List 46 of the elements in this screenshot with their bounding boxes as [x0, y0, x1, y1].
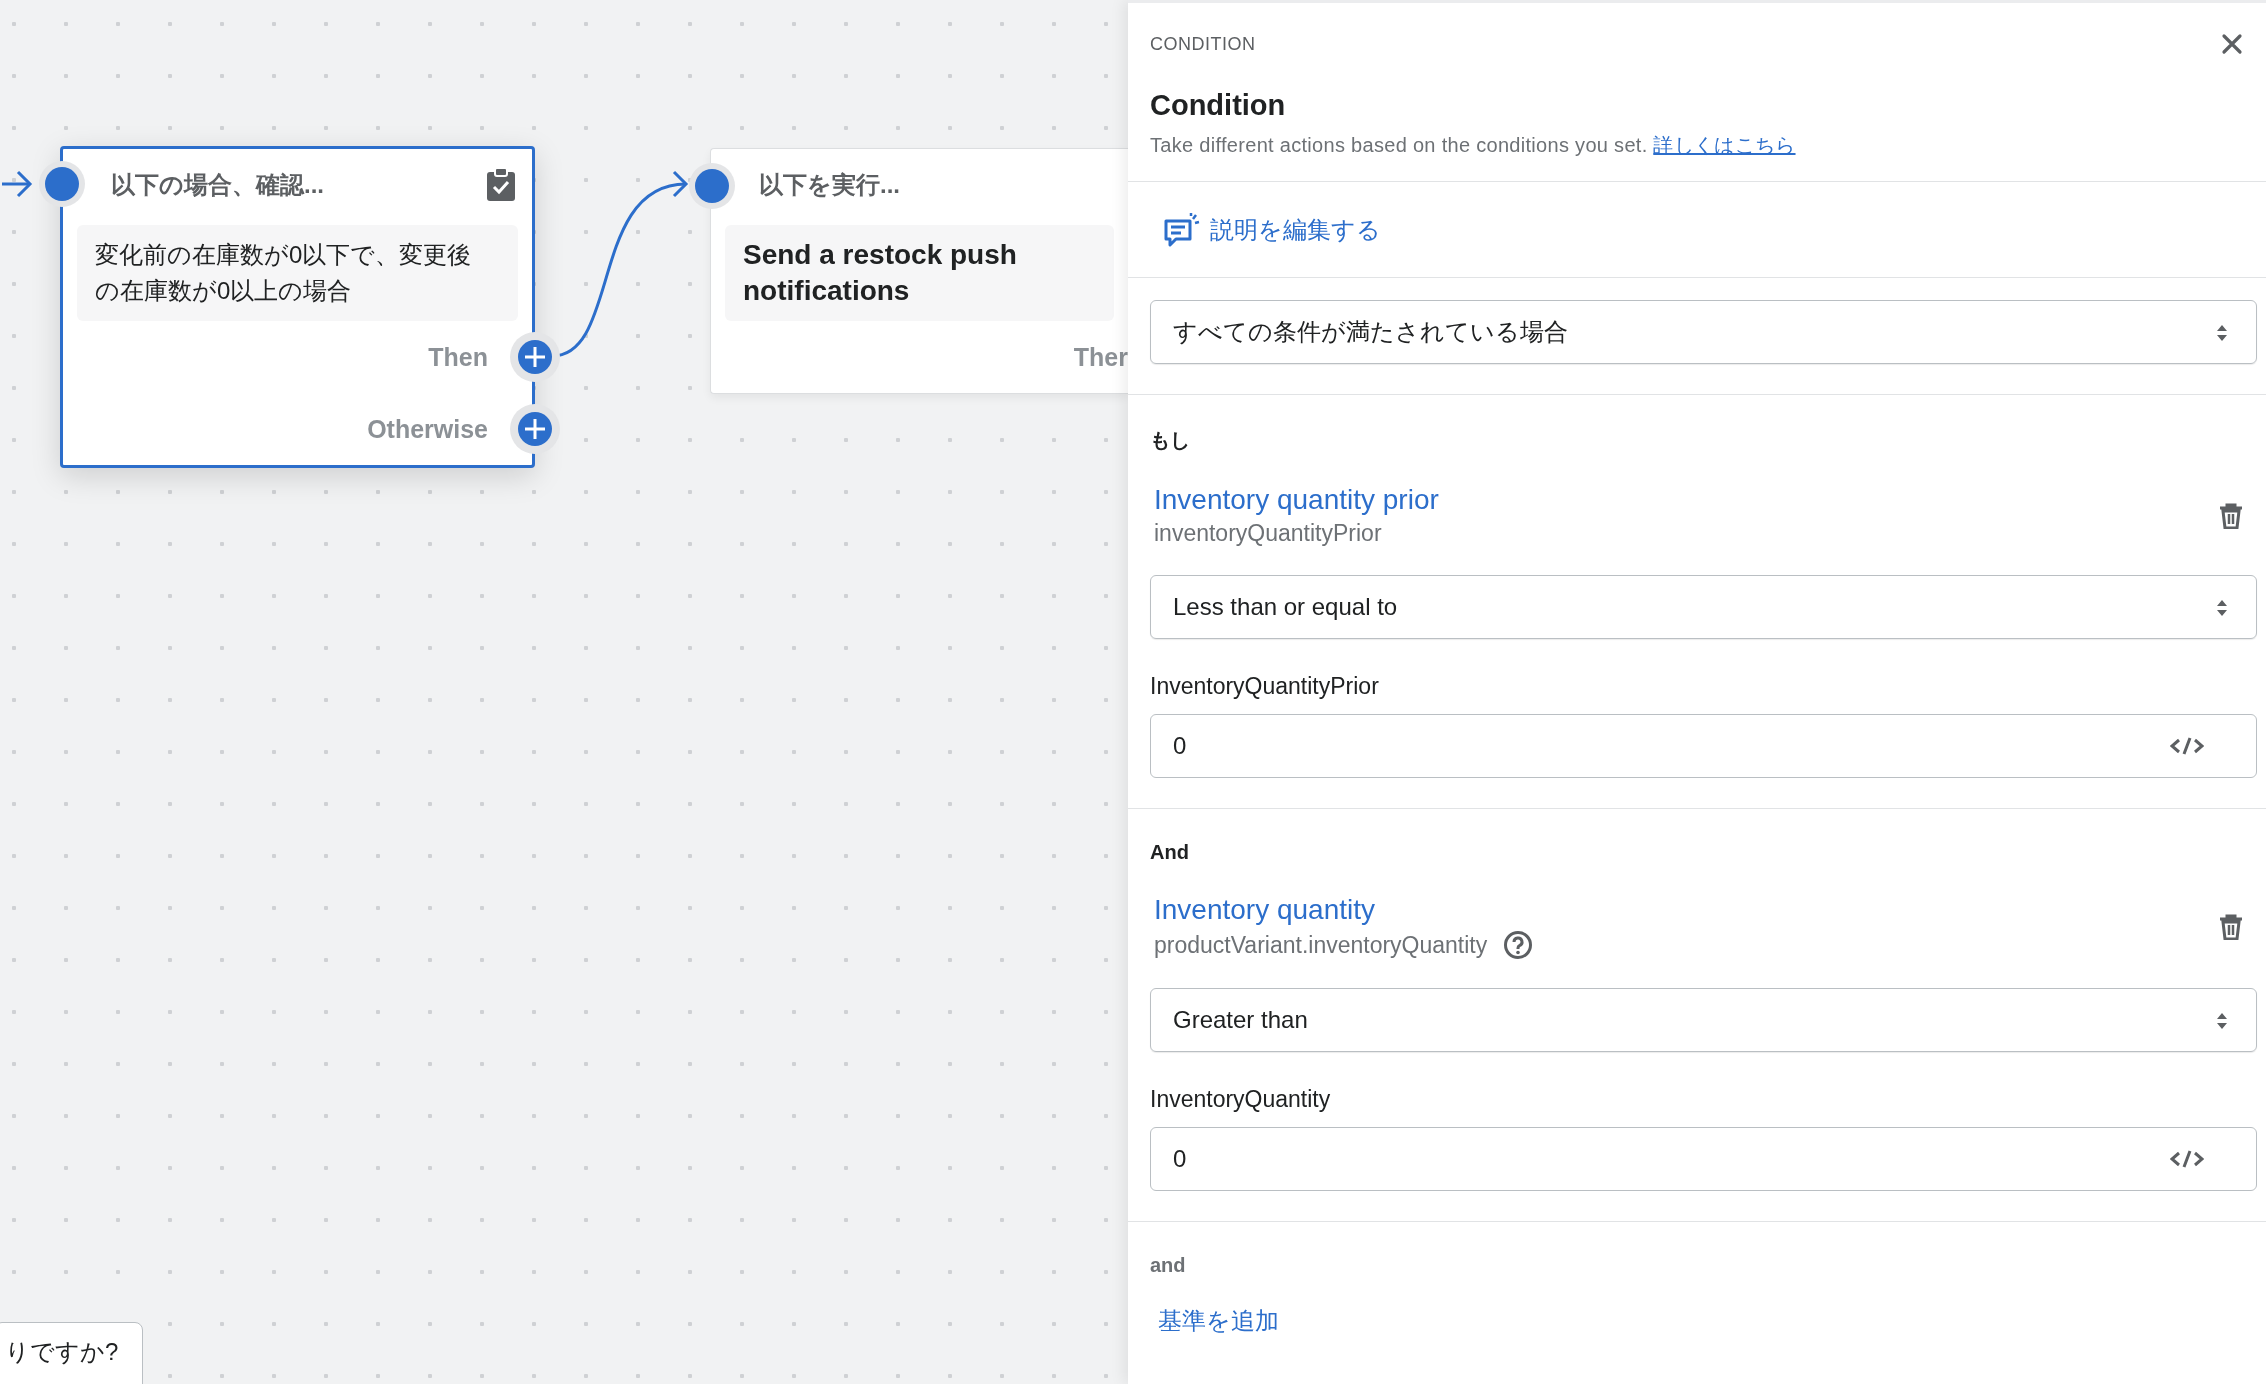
select-arrows-icon — [2216, 323, 2228, 343]
help-button[interactable]: りですか? — [0, 1322, 144, 1384]
code-icon[interactable] — [2170, 736, 2204, 756]
panel-title: Condition — [1150, 89, 1287, 122]
field-name[interactable]: Inventory quantity — [1154, 894, 1376, 925]
add-step-icon[interactable] — [510, 332, 560, 382]
learn-more-link[interactable]: 詳しくはこちら — [1653, 134, 1796, 156]
edit-description-link[interactable]: 説明を編集する — [1210, 213, 1381, 246]
value-label: InventoryQuantity — [1150, 1086, 1332, 1113]
node-description: 変化前の在庫数が0以下で、変更後の在庫数が0以上の場合 — [77, 225, 518, 321]
close-icon[interactable] — [2221, 33, 2243, 55]
node-title: 以下を実行... — [759, 170, 901, 200]
node-description: Send a restock push notifications — [725, 225, 1114, 321]
operator-select[interactable]: Greater than — [1150, 988, 2257, 1052]
edit-note-icon — [1164, 212, 1200, 247]
code-icon[interactable] — [2170, 1149, 2204, 1169]
select-arrows-icon — [2216, 598, 2228, 618]
node-title: 以下の場合、確認... — [111, 170, 325, 200]
flow-node[interactable]: 以下を実行... Send a restock push notifications Ther — [710, 148, 1128, 394]
trash-icon[interactable] — [2219, 502, 2243, 529]
branch-label: Otherwise — [367, 414, 488, 444]
match-select[interactable]: すべての条件が満たされている場合 — [1150, 300, 2257, 364]
add-criterion-link[interactable]: 基準を追加 — [1158, 1305, 1279, 1337]
value-field[interactable]: 0 — [1150, 714, 2257, 778]
field-name[interactable]: Inventory quantity prior — [1154, 484, 1439, 515]
select-arrows-icon — [2216, 1011, 2228, 1031]
connector-label: And — [1150, 840, 1190, 864]
connector-arrow — [2, 170, 33, 198]
connector-label: もし — [1150, 428, 1191, 453]
trash-icon[interactable] — [2219, 914, 2243, 940]
value-label: InventoryQuantityPrior — [1150, 673, 1380, 700]
connector-label: and — [1150, 1253, 1187, 1277]
field-path: productVariant.inventoryQuantity — [1154, 931, 1488, 959]
clipboard-check-icon — [486, 168, 516, 202]
input-port[interactable] — [689, 163, 735, 209]
panel-description: Take different actions based on the conditions you set. 詳しくはこちら — [1150, 133, 1797, 158]
branch-label: Ther — [1073, 342, 1128, 372]
value-field[interactable]: 0 — [1150, 1127, 2257, 1191]
panel-eyebrow: CONDITION — [1150, 33, 1256, 55]
field-path: inventoryQuantityPrior — [1154, 520, 1382, 547]
branch-label: Then — [428, 342, 488, 372]
add-step-icon[interactable] — [510, 404, 560, 454]
input-port[interactable] — [39, 161, 85, 207]
help-icon[interactable] — [1503, 930, 1534, 960]
operator-select[interactable]: Less than or equal to — [1150, 575, 2257, 639]
flow-node[interactable]: 以下の場合、確認... 変化前の在庫数が0以下で、変更後の在庫数が0以上の場合 Then Otherwise — [60, 146, 535, 468]
